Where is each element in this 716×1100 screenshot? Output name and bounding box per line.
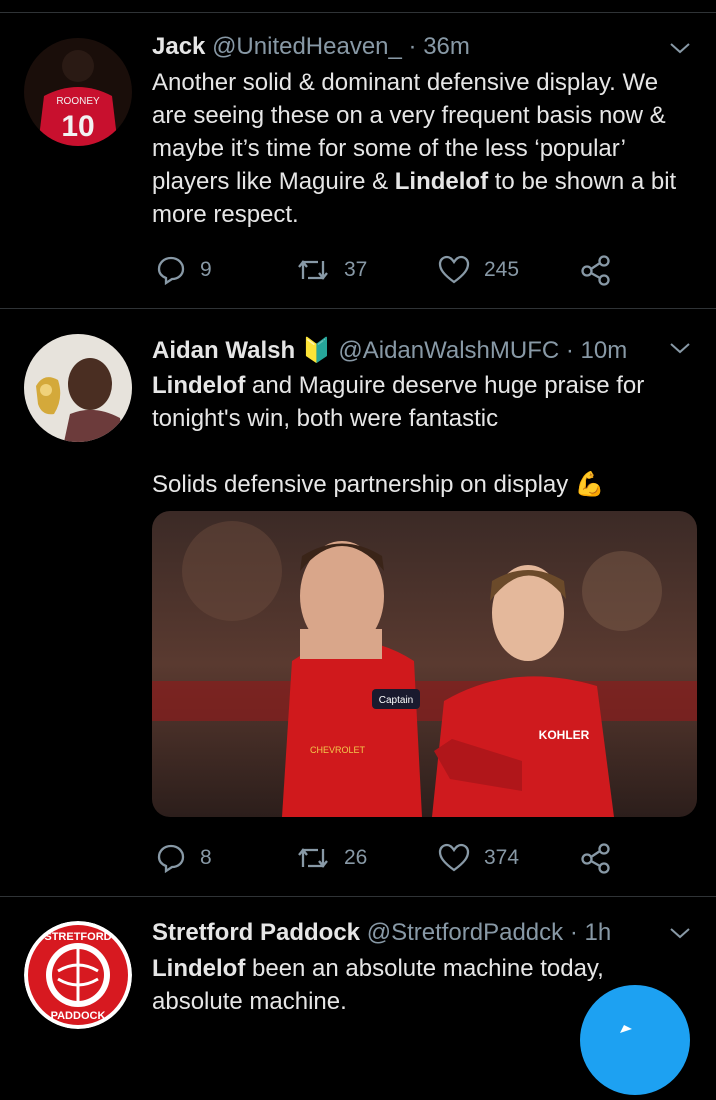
- share-icon: [581, 255, 610, 286]
- reply-icon: [157, 844, 185, 873]
- avatar[interactable]: ROONEY 10: [24, 38, 132, 146]
- share-button[interactable]: [580, 838, 612, 878]
- svg-text:CHEVROLET: CHEVROLET: [310, 745, 366, 755]
- like-icon: [438, 255, 470, 284]
- display-name[interactable]: Stretford Paddock: [152, 919, 360, 946]
- retweet-button[interactable]: 37: [296, 250, 367, 290]
- handle[interactable]: @UnitedHeaven_: [212, 33, 402, 60]
- flexed-biceps-emoji: 💪: [574, 471, 605, 498]
- handle[interactable]: @StretfordPaddck: [367, 919, 563, 946]
- retweet-icon: [298, 260, 328, 280]
- retweet-button[interactable]: 26: [296, 838, 367, 878]
- tweet-actions: 8 26 374: [152, 838, 632, 878]
- svg-text:KOHLER: KOHLER: [539, 728, 590, 742]
- reply-icon: [157, 256, 185, 285]
- reply-button[interactable]: 8: [156, 838, 212, 878]
- tweet-text: Another solid & dominant defensive displ…: [152, 69, 677, 228]
- tweet-header: Jack @UnitedHeaven_ · 36m: [152, 33, 470, 61]
- chevron-down-icon[interactable]: [668, 921, 692, 945]
- tweet-image[interactable]: Captain CHEVROLET KOHLER: [152, 511, 697, 817]
- svg-text:Captain: Captain: [379, 695, 413, 706]
- like-button[interactable]: 245: [438, 250, 519, 290]
- verified-badge: 🔰: [301, 337, 332, 364]
- retweet-icon: [298, 848, 328, 868]
- svg-text:ROONEY: ROONEY: [56, 96, 100, 107]
- chevron-down-icon[interactable]: [668, 36, 692, 60]
- display-name[interactable]: Aidan Walsh: [152, 337, 295, 364]
- timestamp[interactable]: · 36m: [409, 33, 470, 60]
- tweet-text: Lindelof been an absolute machine today,…: [152, 955, 604, 1015]
- like-icon: [438, 843, 470, 872]
- display-name[interactable]: Jack: [152, 33, 205, 60]
- chevron-down-icon[interactable]: [668, 336, 692, 360]
- avatar[interactable]: STRETFORD PADDOCK: [24, 921, 132, 1029]
- reply-button[interactable]: 9: [156, 250, 212, 290]
- svg-text:PADDOCK: PADDOCK: [51, 1010, 106, 1022]
- timestamp[interactable]: · 10m: [566, 337, 627, 364]
- tweet-text: Lindelof and Maguire deserve huge praise…: [152, 372, 645, 498]
- share-icon: [581, 843, 610, 874]
- like-button[interactable]: 374: [438, 838, 519, 878]
- tweet-jack[interactable]: ROONEY 10 Jack @UnitedHeaven_ · 36m Anot…: [0, 0, 716, 308]
- compose-icon: [620, 1025, 632, 1033]
- svg-text:10: 10: [61, 110, 94, 143]
- avatar[interactable]: [24, 334, 132, 442]
- timestamp[interactable]: · 1h: [570, 919, 611, 946]
- svg-text:STRETFORD: STRETFORD: [44, 931, 111, 943]
- tweet-header: Stretford Paddock @StretfordPaddck · 1h: [152, 919, 611, 947]
- compose-button[interactable]: [580, 985, 690, 1095]
- tweet-aidan-walsh[interactable]: Aidan Walsh 🔰 @AidanWalshMUFC · 10m Lind…: [0, 309, 716, 896]
- share-button[interactable]: [580, 250, 612, 290]
- handle[interactable]: @AidanWalshMUFC: [338, 337, 559, 364]
- tweet-actions: 9 37 245: [152, 250, 632, 290]
- tweet-header: Aidan Walsh 🔰 @AidanWalshMUFC · 10m: [152, 336, 627, 365]
